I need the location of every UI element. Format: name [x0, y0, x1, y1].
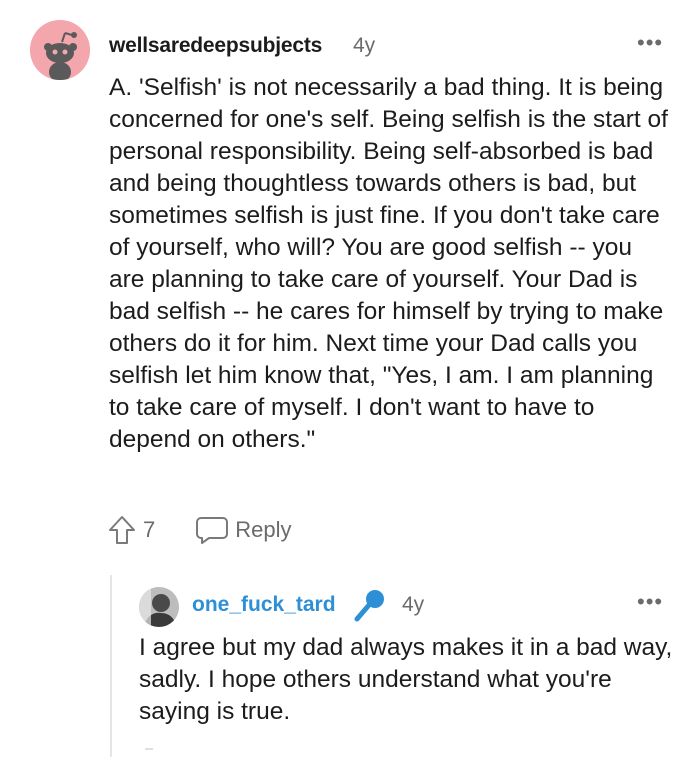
more-options-icon[interactable]: •••: [637, 30, 663, 56]
speech-bubble-icon[interactable]: [195, 515, 229, 545]
reddit-snoo-icon: [30, 20, 90, 80]
reply-age: 4y: [402, 593, 425, 616]
comment-actions: 7 Reply: [107, 512, 292, 548]
comment-body: A. 'Selfish' is not necessarily a bad th…: [109, 74, 668, 453]
thread-line[interactable]: [110, 575, 112, 757]
next-item-hint: [145, 748, 153, 750]
reply-avatar[interactable]: [139, 587, 179, 627]
reply-body: I agree but my dad always makes it in a …: [139, 634, 673, 725]
upvote-arrow-icon[interactable]: [107, 514, 137, 546]
vote-count: 7: [143, 517, 156, 542]
reply-more-options-icon[interactable]: •••: [637, 589, 663, 615]
reply-username[interactable]: one_fuck_tard: [192, 593, 336, 617]
comment-age: 4y: [353, 34, 376, 57]
microphone-icon: [349, 586, 389, 626]
user-photo-icon: [139, 587, 179, 627]
comment-username[interactable]: wellsaredeepsubjects: [109, 34, 322, 58]
reply-button[interactable]: Reply: [235, 517, 291, 543]
avatar[interactable]: [30, 20, 90, 80]
